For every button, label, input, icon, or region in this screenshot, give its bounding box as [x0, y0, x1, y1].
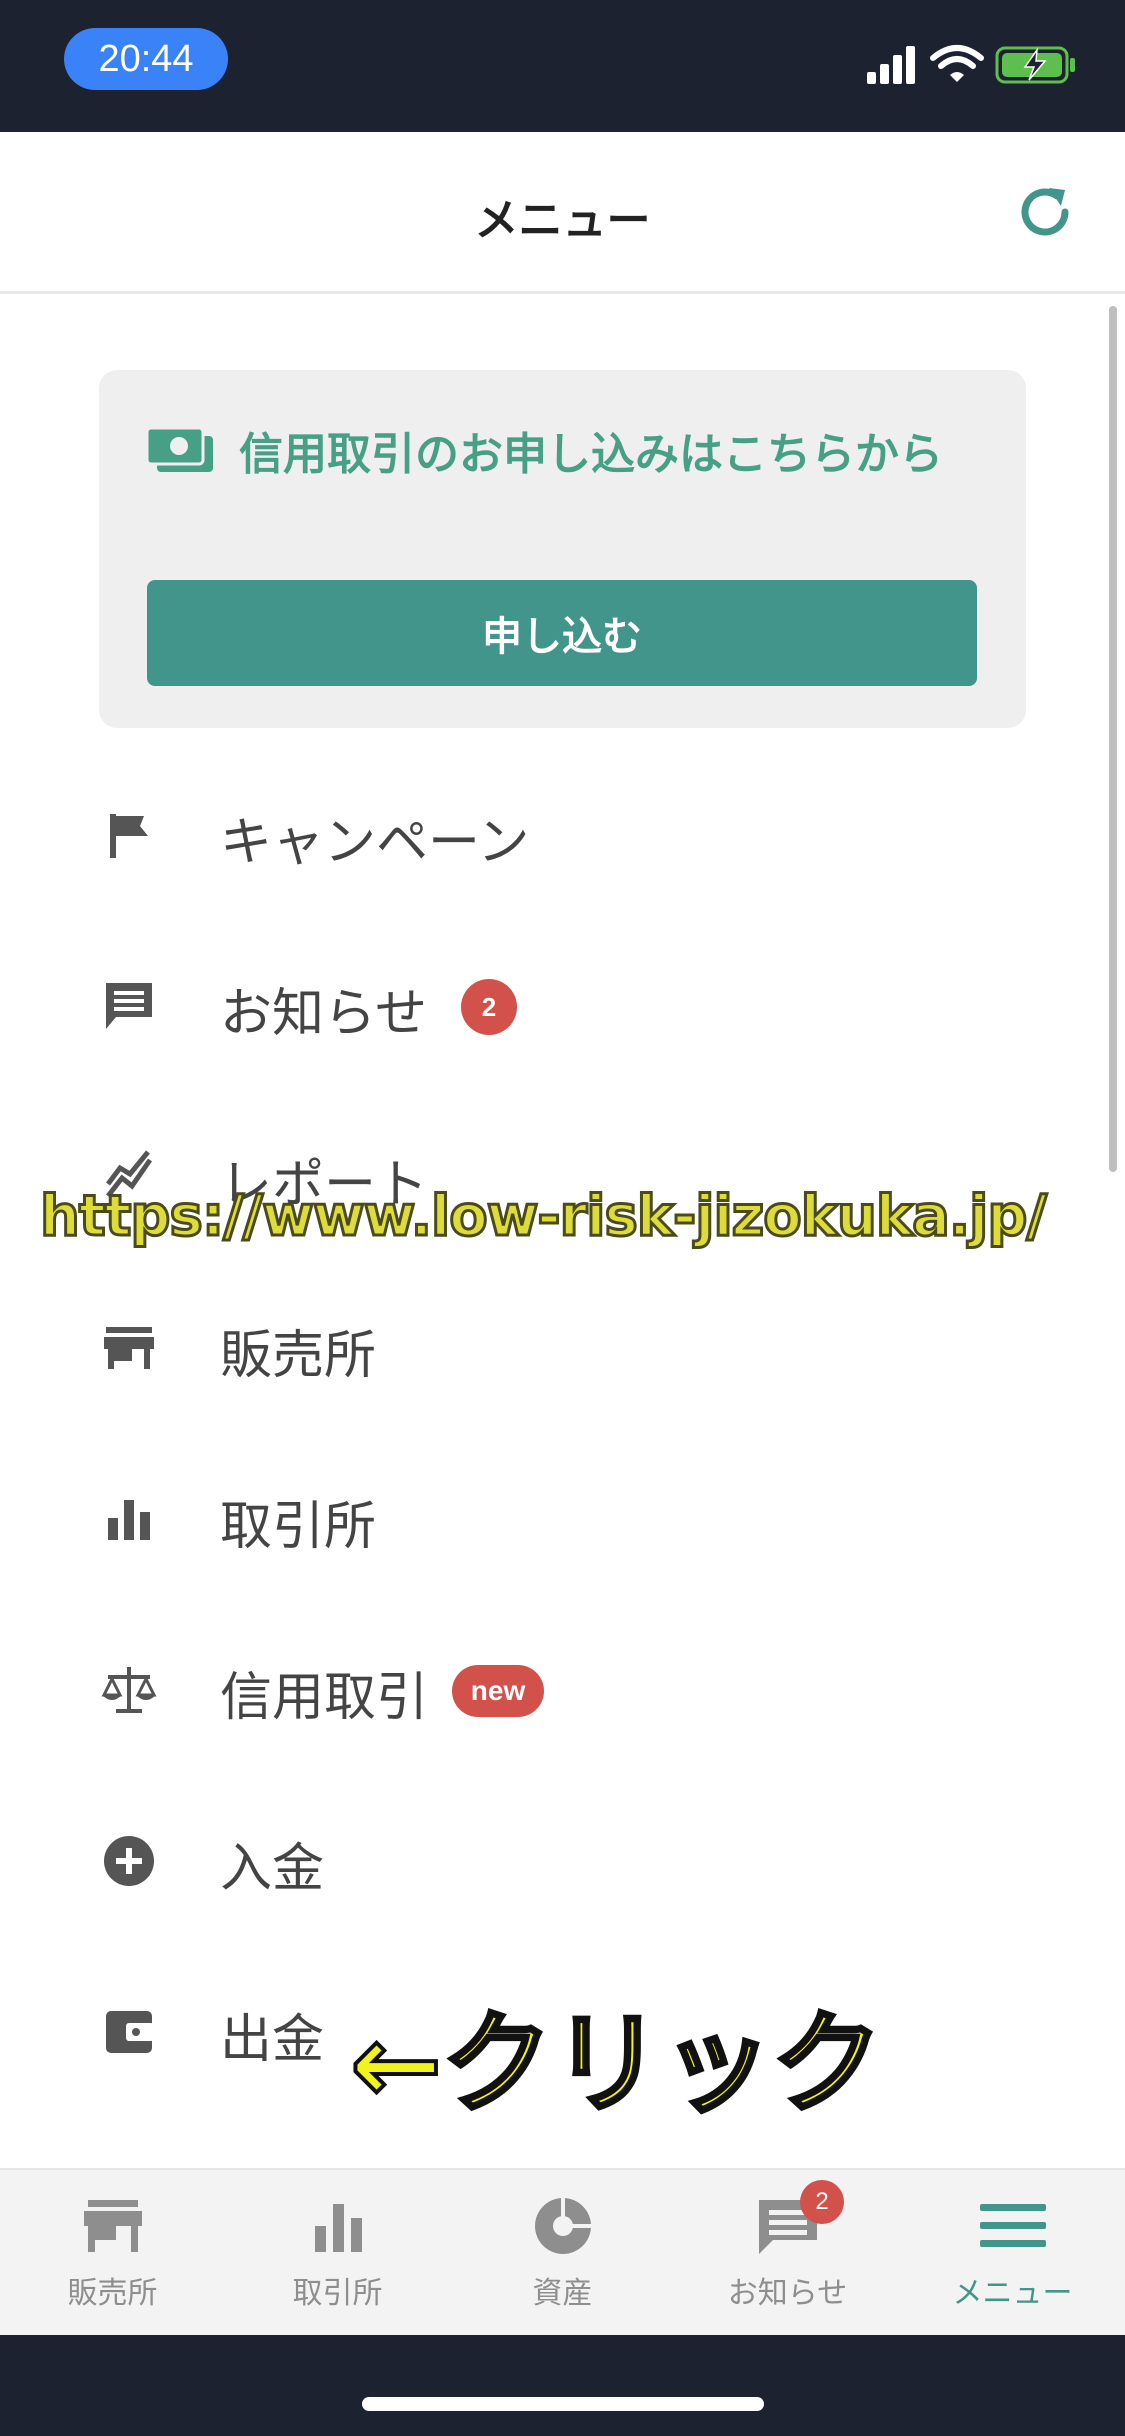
notification-count-badge: 2: [461, 979, 517, 1035]
menu-item-sales-office[interactable]: 販売所: [0, 1263, 1125, 1434]
menu-item-deposit[interactable]: 入金: [0, 1776, 1125, 1947]
tab-sales-office[interactable]: 販売所: [0, 2170, 225, 2337]
money-icon: [147, 426, 213, 472]
home-indicator-area: [0, 2335, 1125, 2436]
signal-icon: [867, 46, 915, 84]
menu-item-label: お知らせ: [220, 984, 427, 1044]
menu-content[interactable]: 信用取引のお申し込みはこちらから 申し込む キャンペーン お知らせ 2 レポート: [0, 294, 1125, 2168]
bar-chart-icon: [315, 2204, 362, 2252]
menu-item-label: 販売所: [220, 1326, 377, 1386]
menu-item-notices[interactable]: お知らせ 2: [0, 921, 1125, 1092]
tab-label: メニュー: [952, 2276, 1073, 2311]
menu-item-label: 信用取引: [220, 1668, 429, 1728]
bar-chart-icon: [108, 1500, 150, 1540]
watermark-text: https://www.low-risk-jizokuka.jp/: [39, 1183, 1049, 1251]
hamburger-menu-icon: [980, 2204, 1046, 2247]
pie-chart-icon: [535, 2198, 591, 2254]
store-icon: [104, 1327, 154, 1369]
tab-assets[interactable]: 資産: [450, 2170, 675, 2337]
plus-circle-icon: [104, 1836, 154, 1886]
scale-icon: [101, 1667, 157, 1713]
status-time: 20:44: [64, 28, 228, 90]
click-annotation: ←クリック: [348, 1998, 884, 2130]
tab-label: 資産: [532, 2276, 593, 2311]
apply-button[interactable]: 申し込む: [147, 580, 977, 686]
battery-charging-icon: [995, 46, 1075, 84]
home-indicator[interactable]: [362, 2397, 764, 2411]
bottom-tab-bar: 販売所 取引所 資産 2 お知らせ メニュー: [0, 2168, 1125, 2335]
page-title: メニュー: [474, 195, 651, 246]
menu-item-label: 取引所: [220, 1497, 377, 1557]
menu-item-exchange[interactable]: 取引所: [0, 1434, 1125, 1605]
tab-label: 取引所: [292, 2276, 383, 2311]
tab-label: 販売所: [67, 2276, 158, 2311]
flag-icon: [110, 814, 148, 858]
wifi-icon: [930, 45, 984, 82]
margin-trading-promo-card: 信用取引のお申し込みはこちらから 申し込む: [99, 370, 1026, 728]
menu-item-label: 出金: [220, 2010, 325, 2070]
chat-icon: [106, 983, 152, 1029]
tab-exchange[interactable]: 取引所: [225, 2170, 450, 2337]
menu-item-campaign[interactable]: キャンペーン: [0, 750, 1125, 921]
wallet-icon: [106, 2011, 154, 2053]
promo-text: 信用取引のお申し込みはこちらから: [239, 429, 943, 480]
store-icon: [84, 2200, 142, 2252]
tab-notification-badge: 2: [800, 2180, 844, 2224]
status-icons: [867, 45, 1075, 84]
menu-item-label: キャンペーン: [220, 813, 530, 873]
menu-item-label: 入金: [220, 1839, 325, 1899]
tab-notices[interactable]: 2 お知らせ: [675, 2170, 900, 2337]
menu-item-margin-trading[interactable]: 信用取引 new: [0, 1605, 1125, 1776]
app-header: メニュー: [0, 132, 1125, 294]
tab-label: お知らせ: [727, 2276, 848, 2311]
status-bar: 20:44: [0, 0, 1125, 132]
tab-menu[interactable]: メニュー: [900, 2170, 1125, 2337]
refresh-icon[interactable]: [1015, 182, 1075, 242]
new-badge: new: [452, 1665, 544, 1717]
